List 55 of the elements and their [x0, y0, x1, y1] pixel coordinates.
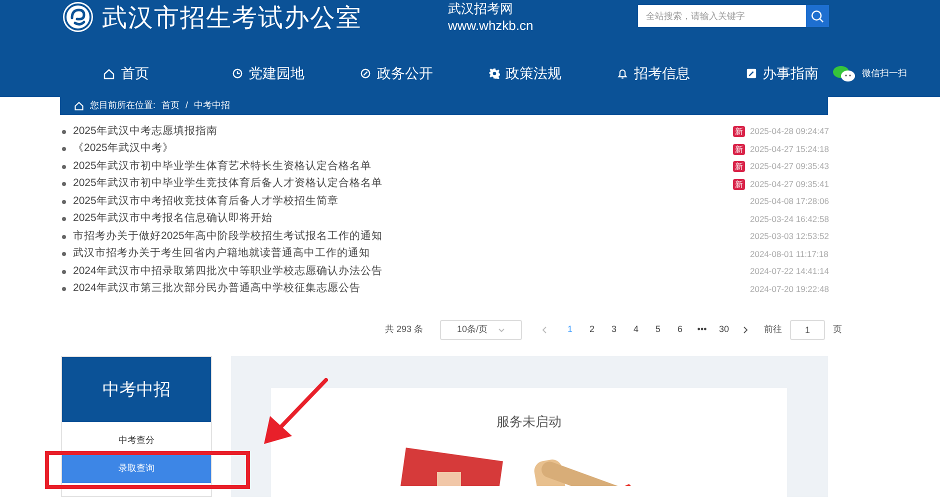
news-date: 2025-04-27 09:35:41 [750, 178, 828, 191]
site-url: www.whzkb.cn [448, 17, 534, 34]
sidebar-item[interactable]: 录取查询 [62, 455, 211, 483]
breadcrumb-link[interactable]: 首页 [162, 99, 180, 113]
news-link[interactable]: 2025年武汉市初中毕业学生体育艺术特长生资格认定合格名单 [73, 158, 372, 175]
total-count: 共 293 条 [385, 323, 424, 336]
news-date: 2025-04-27 15:24:18 [750, 142, 828, 156]
sidebar-item[interactable]: 中考查分 [62, 427, 211, 455]
page-input[interactable]: 1 [790, 320, 826, 340]
goto-label: 前往 [764, 323, 782, 336]
page-link[interactable]: 5 [647, 323, 670, 337]
news-date: 2025-04-08 17:28:06 [750, 195, 828, 208]
site-name: 武汉招考网 [448, 0, 514, 17]
news-link[interactable]: 2025年武汉市中考招收竞技体育后备人才学校招生简章 [73, 194, 338, 210]
nav-link[interactable]: 办事指南 [746, 63, 818, 84]
breadcrumb-separator: / [186, 99, 188, 112]
news-date: 2024-07-20 19:22:48 [750, 282, 828, 296]
news-date: 2024-07-22 14:41:14 [750, 265, 828, 278]
page-link[interactable]: 6 [669, 323, 692, 337]
nav-link[interactable]: 党建园地 [232, 63, 304, 84]
news-link[interactable]: 2025年武汉中考志愿填报指南 [73, 124, 218, 140]
news-link[interactable]: 2024年武汉市第三批次部分民办普通高中学校征集志愿公告 [73, 281, 360, 298]
news-date: 2025-03-24 16:42:58 [750, 212, 828, 226]
news-link[interactable]: 2025年武汉市中考报名信息确认即将开始 [73, 211, 272, 228]
goto-unit: 页 [833, 323, 842, 336]
service-message: 服务未启动 [496, 413, 562, 431]
news-link[interactable]: 2024年武汉市中招录取第四批次中等职业学校志愿确认办法公告 [73, 264, 382, 280]
new-badge: 新 [733, 161, 745, 172]
page-link[interactable]: 30 [713, 323, 736, 337]
news-link[interactable]: 《2025年武汉中考》 [73, 141, 174, 158]
nav-link[interactable]: 政务公开 [360, 63, 433, 84]
breadcrumb-label: 您目前所在位置: [90, 99, 156, 112]
new-badge: 新 [733, 126, 745, 138]
wechat-label: 微信扫一扫 [862, 66, 907, 80]
page-link[interactable]: ••• [691, 323, 714, 337]
breadcrumb-link[interactable]: 中考中招 [194, 99, 230, 113]
office-title: 武汉市招生考试办公室 [102, 4, 362, 30]
page-link[interactable]: 2 [581, 323, 604, 337]
news-link[interactable]: 武汉市招考办关于考生回省内户籍地就读普通高中工作的通知 [73, 246, 370, 262]
news-link[interactable]: 市招考办关于做好2025年高中阶段学校招生考试报名工作的通知 [73, 228, 382, 245]
news-date: 2024-08-01 11:17:18 [750, 248, 828, 261]
new-badge: 新 [733, 178, 745, 190]
nav-link[interactable]: 政策法规 [488, 63, 562, 84]
page-size-select[interactable]: 10条/页 [440, 320, 522, 340]
sidebar-title: 中考中招 [62, 357, 211, 422]
search-field[interactable]: 全站搜索，请输入关键字 [638, 5, 806, 27]
news-date: 2025-03-03 12:53:52 [750, 230, 828, 244]
news-date: 2025-04-27 09:35:43 [750, 160, 828, 174]
page-link[interactable]: 4 [625, 323, 648, 337]
page-link[interactable]: 3 [603, 323, 626, 337]
nav-link[interactable]: 招考信息 [617, 63, 690, 84]
news-link[interactable]: 2025年武汉市初中毕业学生竞技体育后备人才资格认定合格名单 [73, 176, 382, 192]
nav-link[interactable]: 首页 [103, 63, 149, 84]
new-badge: 新 [733, 144, 745, 155]
news-date: 2025-04-28 09:24:47 [750, 125, 828, 138]
